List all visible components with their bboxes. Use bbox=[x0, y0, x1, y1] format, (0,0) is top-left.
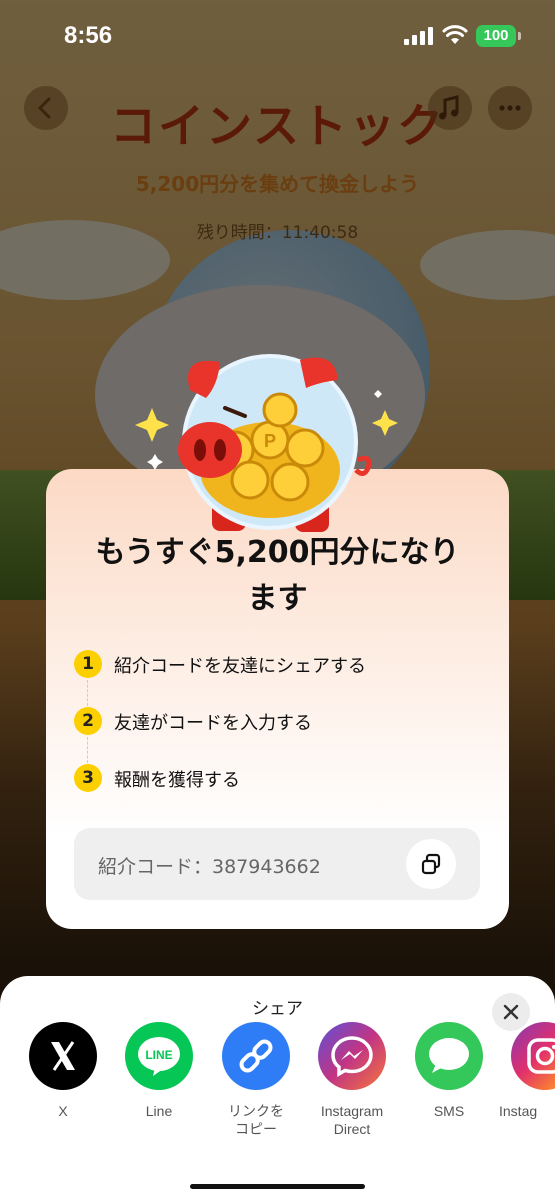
copy-icon bbox=[421, 853, 441, 875]
battery-icon: 100 bbox=[476, 25, 521, 47]
piggy-bank-illustration: P bbox=[135, 354, 398, 532]
status-time: 8:56 bbox=[64, 22, 113, 49]
link-icon bbox=[222, 1022, 290, 1090]
more-button[interactable] bbox=[488, 86, 532, 130]
svg-text:LINE: LINE bbox=[145, 1048, 172, 1062]
music-button[interactable] bbox=[428, 86, 472, 130]
x-logo-icon bbox=[29, 1022, 97, 1090]
game-subtitle: 5,200円分を集めて換金しよう bbox=[135, 172, 420, 196]
wifi-icon bbox=[442, 24, 468, 46]
step-text: 紹介コードを友達にシェアする bbox=[114, 656, 366, 677]
music-note-icon bbox=[439, 95, 459, 120]
ellipsis-icon bbox=[499, 105, 521, 111]
step-number: 3 bbox=[74, 764, 102, 792]
step-connector bbox=[87, 737, 88, 763]
step-number: 2 bbox=[74, 707, 102, 735]
modal-title: もうすぐ5,200円分になり ます bbox=[95, 535, 460, 616]
referral-code: 紹介コード：387943662 bbox=[98, 856, 321, 878]
line-logo-icon: LINE bbox=[125, 1022, 193, 1090]
step-item: 2 友達がコードを入力する bbox=[74, 705, 494, 739]
close-icon bbox=[503, 1004, 519, 1020]
step-connector bbox=[87, 680, 88, 706]
remaining-time: 残り時間：11:40:58 bbox=[196, 223, 359, 243]
share-label: SMS bbox=[433, 1103, 465, 1119]
status-bar: 8:56 100 bbox=[0, 0, 555, 70]
share-label: Instag bbox=[499, 1103, 538, 1119]
share-sheet-title: シェア bbox=[252, 999, 303, 1019]
instagram-icon bbox=[511, 1022, 555, 1090]
referral-code-box: 紹介コード：387943662 bbox=[74, 828, 480, 900]
cellular-signal-icon bbox=[404, 27, 434, 45]
message-bubble-icon bbox=[415, 1022, 483, 1090]
svg-text:P: P bbox=[264, 431, 276, 451]
share-label: Instagram Direct bbox=[320, 1103, 384, 1137]
share-label: X bbox=[58, 1103, 68, 1119]
share-label: Line bbox=[145, 1103, 173, 1119]
step-text: 友達がコードを入力する bbox=[114, 713, 312, 734]
step-item: 3 報酬を獲得する bbox=[74, 762, 494, 796]
share-label: リンクを コピー bbox=[228, 1103, 284, 1137]
home-indicator bbox=[190, 1184, 365, 1189]
messenger-icon bbox=[318, 1022, 386, 1090]
step-text: 報酬を獲得する bbox=[114, 770, 240, 791]
step-item: 1 紹介コードを友達にシェアする bbox=[74, 648, 494, 682]
step-number: 1 bbox=[74, 650, 102, 678]
copy-code-button[interactable] bbox=[406, 839, 456, 889]
